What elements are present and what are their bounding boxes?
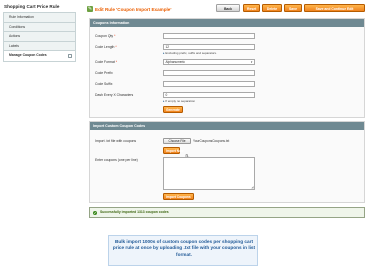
choose-file-button[interactable]: Choose File — [163, 138, 191, 144]
selected-file-name: YourCouponsCoupons.txt — [193, 139, 230, 143]
sidebar-tab-rule-information[interactable]: Rule Information — [4, 13, 75, 23]
code-suffix-input[interactable] — [163, 81, 255, 87]
back-button[interactable]: Back — [216, 4, 240, 12]
import-file-label: Import .txt file with coupons — [95, 139, 137, 143]
chevron-down-icon: ▾ — [250, 60, 253, 64]
coupons-information-section: Coupons Information Coupon Qty * Code Le… — [89, 18, 365, 118]
coupon-qty-label: Coupon Qty * — [95, 34, 116, 38]
code-prefix-input[interactable] — [163, 70, 255, 76]
code-length-input[interactable]: 12 — [163, 44, 255, 50]
sidebar-tab-conditions[interactable]: Conditions — [4, 23, 75, 32]
code-format-label: Code Format * — [95, 60, 118, 64]
page-title: Edit Rule 'Coupon Import Example' — [95, 6, 172, 12]
dash-every-label: Dash Every X Characters — [95, 93, 134, 97]
import-coupons-button[interactable]: Import Coupons — [163, 193, 194, 200]
import-coupons-heading: Import Custom Coupon Codes — [90, 122, 364, 130]
caption-callout: Bulk import 1000s of custom coupon codes… — [108, 235, 258, 266]
code-length-label: Code Length * — [95, 45, 117, 49]
dash-every-note: ▸ If empty no separation — [163, 99, 196, 103]
code-prefix-label: Code Prefix — [95, 71, 113, 75]
caption-text: Bulk import 1000s of custom coupon codes… — [112, 239, 256, 257]
enter-coupons-label: Enter coupons (one per line) — [95, 158, 138, 162]
coupons-textarea[interactable]: ◢ — [163, 157, 255, 190]
success-check-icon: ✓ — [93, 210, 97, 215]
delete-button[interactable]: Delete — [262, 4, 282, 12]
resize-handle-icon[interactable]: ◢ — [251, 185, 253, 189]
reset-button[interactable]: Reset — [243, 4, 260, 12]
import-coupons-section: Import Custom Coupon Codes Import .txt f… — [89, 121, 365, 203]
success-message: ✓ Successfully imported 1313 coupon code… — [89, 207, 365, 218]
save-button[interactable]: Save — [284, 4, 302, 12]
edit-rule-icon: ✎ — [87, 6, 93, 12]
sidebar-tabs: Rule Information Conditions Actions Labe… — [3, 12, 76, 62]
sidebar-tab-label: Manage Coupon Codes — [9, 53, 47, 57]
dash-every-input[interactable]: 0 — [163, 92, 255, 98]
save-and-continue-button[interactable]: Save and Continue Edit — [304, 4, 365, 12]
sidebar-title: Shopping Cart Price Rule — [4, 4, 60, 9]
code-length-note: ▸ Excluding prefix, suffix and separator… — [163, 51, 217, 55]
code-suffix-label: Code Suffix — [95, 82, 113, 86]
code-format-select[interactable]: Alphanumeric ▾ — [163, 59, 255, 65]
coupon-qty-input[interactable] — [163, 33, 255, 39]
sidebar-tab-actions[interactable]: Actions — [4, 32, 75, 42]
upload-button[interactable]: Import Now — [163, 147, 184, 154]
generate-button[interactable]: Generate — [163, 106, 183, 113]
coupons-information-heading: Coupons Information — [90, 19, 364, 27]
sidebar-tab-labels[interactable]: Labels — [4, 42, 75, 51]
sidebar-tab-manage-coupon-codes[interactable]: Manage Coupon Codes — [4, 51, 75, 61]
changed-indicator-icon — [68, 54, 72, 58]
